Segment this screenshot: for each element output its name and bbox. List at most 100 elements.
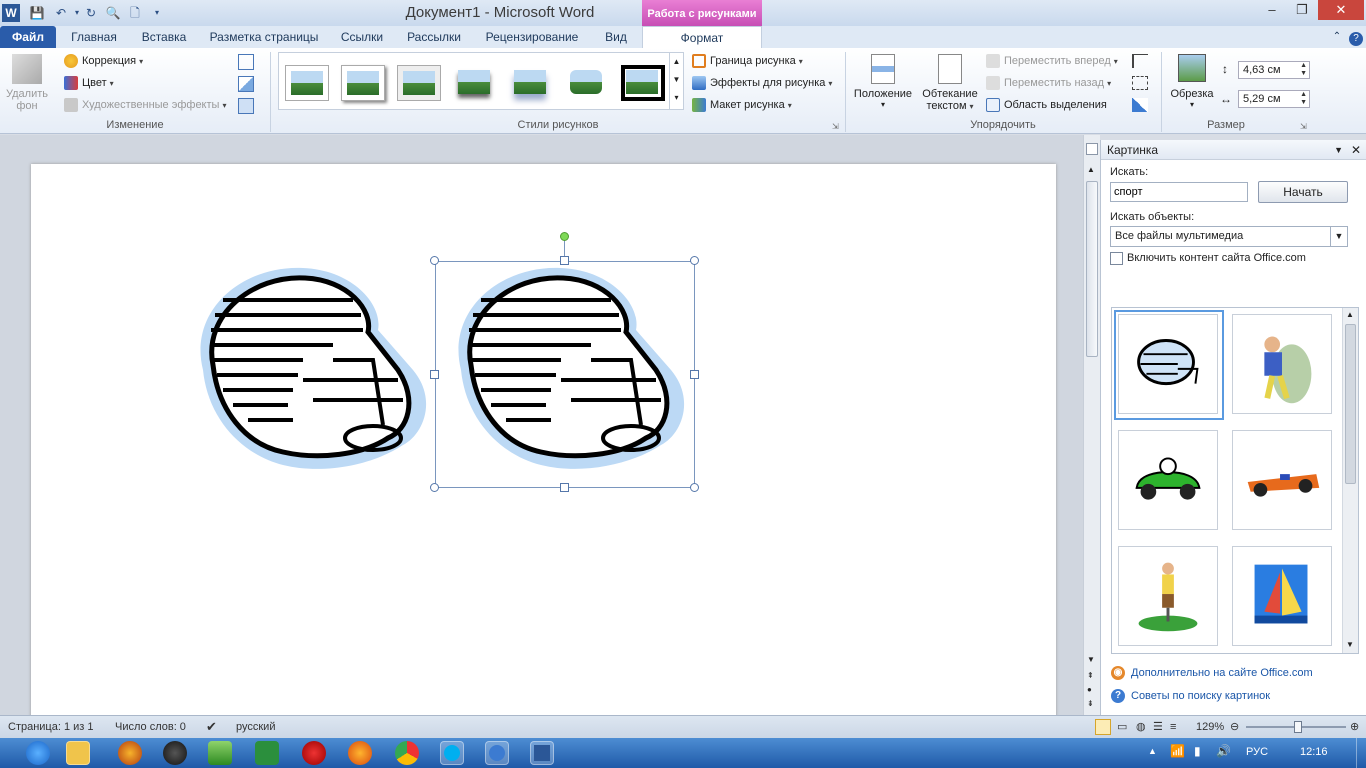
next-page-icon[interactable]: ⇟ <box>1087 699 1094 708</box>
language-indicator[interactable]: РУС <box>1246 746 1268 758</box>
artistic-effects-button[interactable]: Художественные эффекты ▾ <box>64 96 226 115</box>
word-count-status[interactable]: Число слов: 0 <box>115 716 186 738</box>
zoom-in-icon[interactable]: ⊕ <box>1350 716 1359 738</box>
restore-button[interactable]: ❐ <box>1288 0 1316 20</box>
result-sailboat[interactable] <box>1232 546 1332 646</box>
picture-style-6[interactable] <box>565 65 609 101</box>
rotation-handle[interactable] <box>560 232 569 241</box>
size-dialog-launcher-icon[interactable]: ⇲ <box>1300 122 1307 131</box>
search-tips-link[interactable]: ? Советы по поиску картинок <box>1111 689 1270 703</box>
document-scrollbar[interactable]: ▲ ▼ ⇞ ● ⇟ <box>1083 135 1100 715</box>
zoom-level[interactable]: 129% <box>1196 716 1224 738</box>
picture-layout-button[interactable]: Макет рисунка ▾ <box>692 96 792 115</box>
zoom-slider-thumb[interactable] <box>1294 721 1302 733</box>
resize-handle-ne[interactable] <box>690 256 699 265</box>
results-scroll-thumb[interactable] <box>1345 324 1356 484</box>
resize-handle-sw[interactable] <box>430 483 439 492</box>
browse-object-icon[interactable]: ● <box>1087 685 1092 694</box>
tab-file[interactable]: Файл <box>0 26 56 48</box>
position-button[interactable]: Положение ▾ <box>850 52 916 109</box>
picture-effects-button[interactable]: Эффекты для рисунка ▾ <box>692 74 832 93</box>
pane-menu-icon[interactable]: ▼ <box>1334 140 1343 160</box>
close-button[interactable]: ✕ <box>1318 0 1364 20</box>
firefox-icon[interactable] <box>348 741 372 765</box>
result-race-car-formula[interactable] <box>1232 430 1332 530</box>
outline-view-icon[interactable]: ☰ <box>1153 716 1163 738</box>
document-page[interactable] <box>31 164 1056 724</box>
tab-view[interactable]: Вид <box>596 26 636 48</box>
resize-handle-nw[interactable] <box>430 256 439 265</box>
resize-handle-s[interactable] <box>560 483 569 492</box>
clock[interactable]: 12:16 <box>1300 746 1328 758</box>
bring-forward-button[interactable]: Переместить вперед ▾ <box>986 52 1118 71</box>
gallery-scroll[interactable]: ▲ ▼ ▾ <box>669 53 683 109</box>
pane-close-icon[interactable]: ✕ <box>1351 140 1361 160</box>
zoom-out-icon[interactable]: ⊖ <box>1230 716 1239 738</box>
align-icon[interactable] <box>1132 54 1148 68</box>
tab-insert[interactable]: Вставка <box>134 26 194 48</box>
prev-page-icon[interactable]: ⇞ <box>1087 671 1094 680</box>
network-icon[interactable]: 📶 <box>1170 744 1185 758</box>
color-button[interactable]: Цвет ▾ <box>64 74 114 93</box>
start-search-button[interactable]: Начать <box>1258 181 1348 203</box>
results-scroll-up-icon[interactable]: ▲ <box>1346 310 1354 319</box>
compress-pictures-icon[interactable] <box>238 54 254 70</box>
app-icon-1[interactable] <box>118 741 142 765</box>
office-com-link[interactable]: ◉ Дополнительно на сайте Office.com <box>1111 666 1313 680</box>
correction-button[interactable]: Коррекция ▾ <box>64 52 143 71</box>
results-scrollbar[interactable]: ▲ ▼ <box>1342 308 1358 653</box>
picture-style-7[interactable] <box>621 65 665 101</box>
volume-icon[interactable]: 🔊 <box>1216 744 1231 758</box>
results-scroll-down-icon[interactable]: ▼ <box>1346 640 1354 649</box>
word-taskbar-icon[interactable] <box>530 741 554 765</box>
tray-expand-icon[interactable]: ▲ <box>1148 746 1157 756</box>
resize-handle-w[interactable] <box>430 370 439 379</box>
minimize-ribbon-icon[interactable]: ⌃ <box>1330 26 1344 48</box>
print-layout-view-icon[interactable] <box>1095 719 1111 735</box>
scroll-down-icon[interactable]: ▼ <box>1087 655 1095 664</box>
show-desktop-button[interactable] <box>1356 738 1366 768</box>
picture-style-2[interactable] <box>341 65 385 101</box>
helmet-clipart-1[interactable] <box>183 260 433 480</box>
app-icon-4[interactable] <box>255 741 279 765</box>
tab-references[interactable]: Ссылки <box>334 26 390 48</box>
help-icon[interactable]: ? <box>1348 26 1364 48</box>
send-backward-button[interactable]: Переместить назад ▾ <box>986 74 1111 93</box>
dialog-launcher-icon[interactable]: ⇲ <box>832 122 839 131</box>
picture-border-button[interactable]: Граница рисунка ▾ <box>692 52 803 71</box>
resize-handle-se[interactable] <box>690 483 699 492</box>
picture-style-4[interactable] <box>453 65 497 101</box>
crop-button[interactable]: Обрезка ▾ <box>1166 52 1218 109</box>
result-golfer[interactable] <box>1118 546 1218 646</box>
media-type-select[interactable]: Все файлы мультимедиа ▼ <box>1110 226 1348 247</box>
result-race-car-green[interactable] <box>1118 430 1218 530</box>
language-status[interactable]: русский <box>236 716 275 738</box>
app-icon-3[interactable] <box>208 741 232 765</box>
help-taskbar-icon[interactable] <box>485 741 509 765</box>
selection-pane-button[interactable]: Область выделения <box>986 96 1107 114</box>
proofing-icon[interactable]: ✔ <box>206 716 217 738</box>
tab-page-layout[interactable]: Разметка страницы <box>204 26 324 48</box>
resize-handle-n[interactable] <box>560 256 569 265</box>
full-screen-view-icon[interactable]: ▭ <box>1117 716 1127 738</box>
result-baseball-player[interactable] <box>1232 314 1332 414</box>
scroll-up-icon[interactable]: ▲ <box>1087 165 1095 174</box>
explorer-icon[interactable] <box>66 741 90 765</box>
ruler-toggle-icon[interactable] <box>1086 143 1098 155</box>
search-input[interactable] <box>1110 182 1248 202</box>
width-field[interactable]: 5,29 см ▲ ▼ <box>1238 90 1310 108</box>
tab-mailings[interactable]: Рассылки <box>400 26 468 48</box>
ie-icon[interactable] <box>26 741 50 765</box>
picture-styles-gallery[interactable]: ▲ ▼ ▾ <box>278 52 684 110</box>
skype-icon[interactable] <box>440 741 464 765</box>
tab-review[interactable]: Рецензирование <box>478 26 586 48</box>
include-office-content-checkbox[interactable] <box>1110 252 1123 265</box>
scroll-thumb[interactable] <box>1086 181 1098 357</box>
group-icon[interactable] <box>1132 76 1148 90</box>
change-picture-icon[interactable] <box>238 76 254 92</box>
remove-background-button[interactable]: Удалить фон <box>4 52 50 116</box>
chrome-icon[interactable] <box>395 741 419 765</box>
rotate-icon[interactable] <box>1132 98 1148 112</box>
app-icon-2[interactable] <box>163 741 187 765</box>
draft-view-icon[interactable]: ≡ <box>1170 716 1176 738</box>
